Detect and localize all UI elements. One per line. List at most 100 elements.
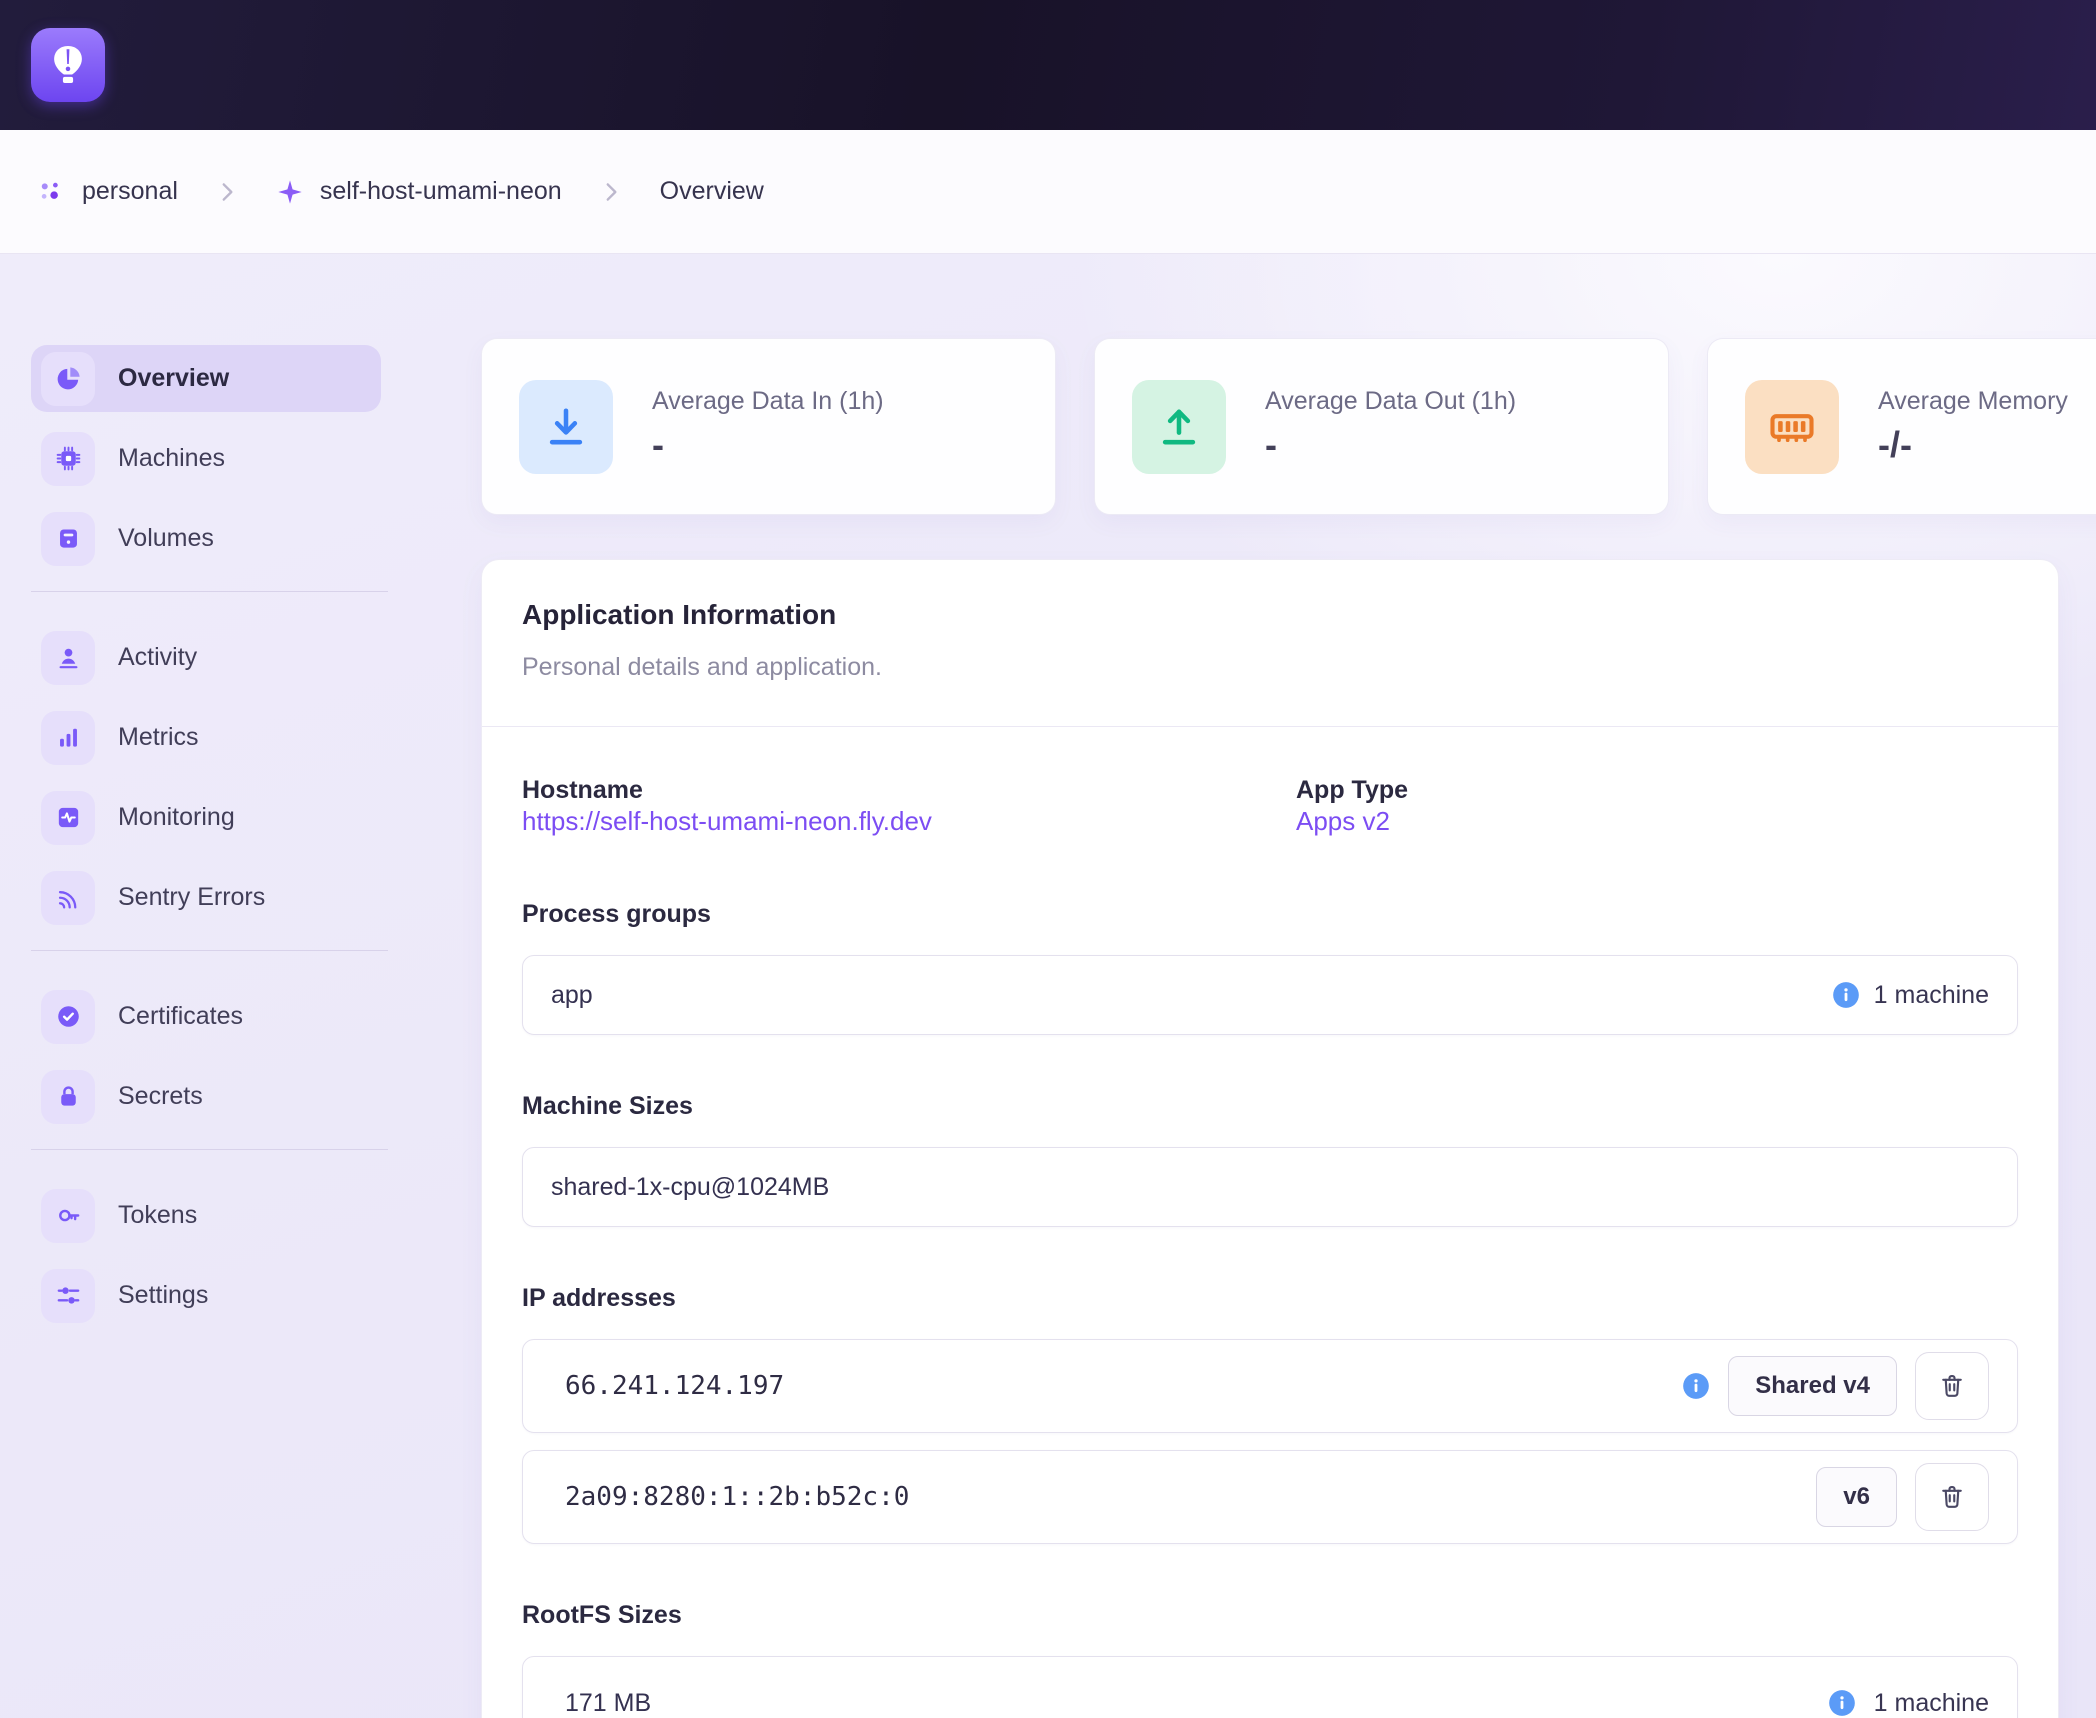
info-icon[interactable]	[1682, 1372, 1710, 1400]
fly-logo[interactable]	[31, 28, 105, 102]
sidebar-item-label: Machines	[118, 444, 225, 473]
application-information-header: Application Information Personal details…	[482, 560, 2058, 727]
sidebar-item-label: Volumes	[118, 524, 214, 553]
hostname-apptype-row: Hostname https://self-host-umami-neon.fl…	[522, 775, 2018, 837]
machine-count-label: 1 machine	[1874, 981, 1989, 1010]
delete-ip-button[interactable]	[1915, 1352, 1989, 1420]
hostname-link[interactable]: https://self-host-umami-neon.fly.dev	[522, 806, 932, 836]
stat-card-text: Average Data Out (1h) -	[1265, 387, 1516, 466]
app-window: personal self-host-umami-neon Overview	[0, 0, 2096, 1718]
app-type-label: App Type	[1296, 775, 2018, 805]
process-groups-label: Process groups	[522, 899, 2018, 929]
sidebar-item-label: Activity	[118, 643, 197, 672]
stat-card-data-out: Average Data Out (1h) -	[1094, 338, 1669, 515]
sidebar-item-settings[interactable]: Settings	[31, 1262, 381, 1329]
sidebar-item-metrics[interactable]: Metrics	[31, 704, 381, 771]
sidebar-divider	[31, 950, 388, 951]
ip-addresses-section: IP addresses 66.241.124.197 Shared v4	[522, 1283, 2018, 1544]
hostname-field: Hostname https://self-host-umami-neon.fl…	[522, 775, 1296, 837]
stat-card-text: Average Data In (1h) -	[652, 387, 884, 466]
sidebar-item-monitoring[interactable]: Monitoring	[31, 784, 381, 851]
breadcrumb-org[interactable]: personal	[36, 177, 178, 207]
sidebar-divider	[31, 591, 388, 592]
sidebar-item-label: Settings	[118, 1281, 208, 1310]
sidebar-item-label: Secrets	[118, 1082, 203, 1111]
ip-row-actions: v6	[1816, 1463, 1989, 1531]
stat-card-data-in: Average Data In (1h) -	[481, 338, 1056, 515]
sidebar-item-machines[interactable]: Machines	[31, 425, 381, 492]
key-icon	[41, 1189, 95, 1243]
bar-chart-icon	[41, 711, 95, 765]
sidebar: Overview Machines	[0, 254, 481, 1718]
hostname-label: Hostname	[522, 775, 1296, 805]
sidebar-item-label: Metrics	[118, 723, 199, 752]
delete-ip-button[interactable]	[1915, 1463, 1989, 1531]
topbar	[0, 0, 2096, 130]
ip-address: 2a09:8280:1::2b:b52c:0	[565, 1482, 909, 1512]
upload-arrow-icon	[1132, 380, 1226, 474]
sidebar-item-secrets[interactable]: Secrets	[31, 1063, 381, 1130]
rootfs-size-value: 171 MB	[565, 1689, 651, 1718]
rootfs-machines: 1 machine	[1828, 1689, 1989, 1718]
sidebar-divider	[31, 1149, 388, 1150]
chevron-right-icon	[214, 179, 240, 205]
ip-row-v4: 66.241.124.197 Shared v4	[522, 1339, 2018, 1433]
ip-type-badge: v6	[1816, 1467, 1897, 1527]
info-icon[interactable]	[1828, 1689, 1856, 1717]
app-type-link[interactable]: Apps v2	[1296, 806, 1390, 836]
trash-icon	[1937, 1482, 1967, 1512]
rootfs-sizes-label: RootFS Sizes	[522, 1600, 2018, 1630]
breadcrumb-org-label: personal	[82, 177, 178, 206]
machine-size-value: shared-1x-cpu@1024MB	[551, 1173, 829, 1202]
stats-row: Average Data In (1h) - Average Data Out …	[481, 338, 2096, 515]
process-group-name: app	[551, 981, 593, 1010]
sidebar-item-certificates[interactable]: Certificates	[31, 983, 381, 1050]
stat-label: Average Data Out (1h)	[1265, 387, 1516, 416]
rootfs-sizes-section: RootFS Sizes 171 MB 1 machine	[522, 1600, 2018, 1718]
lock-icon	[41, 1070, 95, 1124]
badge-check-icon	[41, 990, 95, 1044]
sliders-icon	[41, 1269, 95, 1323]
sidebar-item-label: Certificates	[118, 1002, 243, 1031]
info-icon[interactable]	[1832, 981, 1860, 1009]
ip-addresses-label: IP addresses	[522, 1283, 2018, 1313]
sidebar-item-label: Monitoring	[118, 803, 235, 832]
chevron-right-icon	[598, 179, 624, 205]
breadcrumb-app-label: self-host-umami-neon	[320, 177, 562, 206]
stat-value: -/-	[1878, 424, 2068, 466]
process-groups-section: Process groups app 1 machine	[522, 899, 2018, 1035]
machine-size-row: shared-1x-cpu@1024MB	[522, 1147, 2018, 1227]
main-content: Average Data In (1h) - Average Data Out …	[481, 254, 2096, 1718]
trash-icon	[1937, 1371, 1967, 1401]
sidebar-item-sentry-errors[interactable]: Sentry Errors	[31, 864, 381, 931]
sidebar-item-label: Tokens	[118, 1201, 197, 1230]
cpu-icon	[41, 432, 95, 486]
stat-label: Average Memory	[1878, 387, 2068, 416]
sidebar-item-volumes[interactable]: Volumes	[31, 505, 381, 572]
stat-value: -	[652, 424, 884, 466]
machine-sizes-section: Machine Sizes shared-1x-cpu@1024MB	[522, 1091, 2018, 1227]
pie-chart-icon	[41, 352, 95, 406]
app-type-field: App Type Apps v2	[1296, 775, 2018, 837]
stat-card-text: Average Memory -/-	[1878, 387, 2068, 466]
download-arrow-icon	[519, 380, 613, 474]
memory-stick-icon	[1745, 380, 1839, 474]
balloon-icon	[42, 39, 94, 91]
sidebar-item-activity[interactable]: Activity	[31, 624, 381, 691]
sidebar-item-tokens[interactable]: Tokens	[31, 1182, 381, 1249]
breadcrumb-page[interactable]: Overview	[660, 177, 764, 206]
rootfs-row: 171 MB 1 machine	[522, 1656, 2018, 1718]
machine-count-label: 1 machine	[1874, 1689, 1989, 1718]
volume-icon	[41, 512, 95, 566]
ip-type-badge: Shared v4	[1728, 1356, 1897, 1416]
card-title: Application Information	[522, 598, 2018, 632]
breadcrumb-app[interactable]: self-host-umami-neon	[276, 177, 562, 206]
ip-row-v6: 2a09:8280:1::2b:b52c:0 v6	[522, 1450, 2018, 1544]
sidebar-item-overview[interactable]: Overview	[31, 345, 381, 412]
breadcrumb: personal self-host-umami-neon Overview	[0, 130, 2096, 254]
ip-row-actions: Shared v4	[1682, 1352, 1989, 1420]
user-activity-icon	[41, 631, 95, 685]
sidebar-item-label: Sentry Errors	[118, 883, 265, 912]
application-information-body: Hostname https://self-host-umami-neon.fl…	[482, 775, 2058, 1718]
application-information-card: Application Information Personal details…	[481, 559, 2059, 1718]
